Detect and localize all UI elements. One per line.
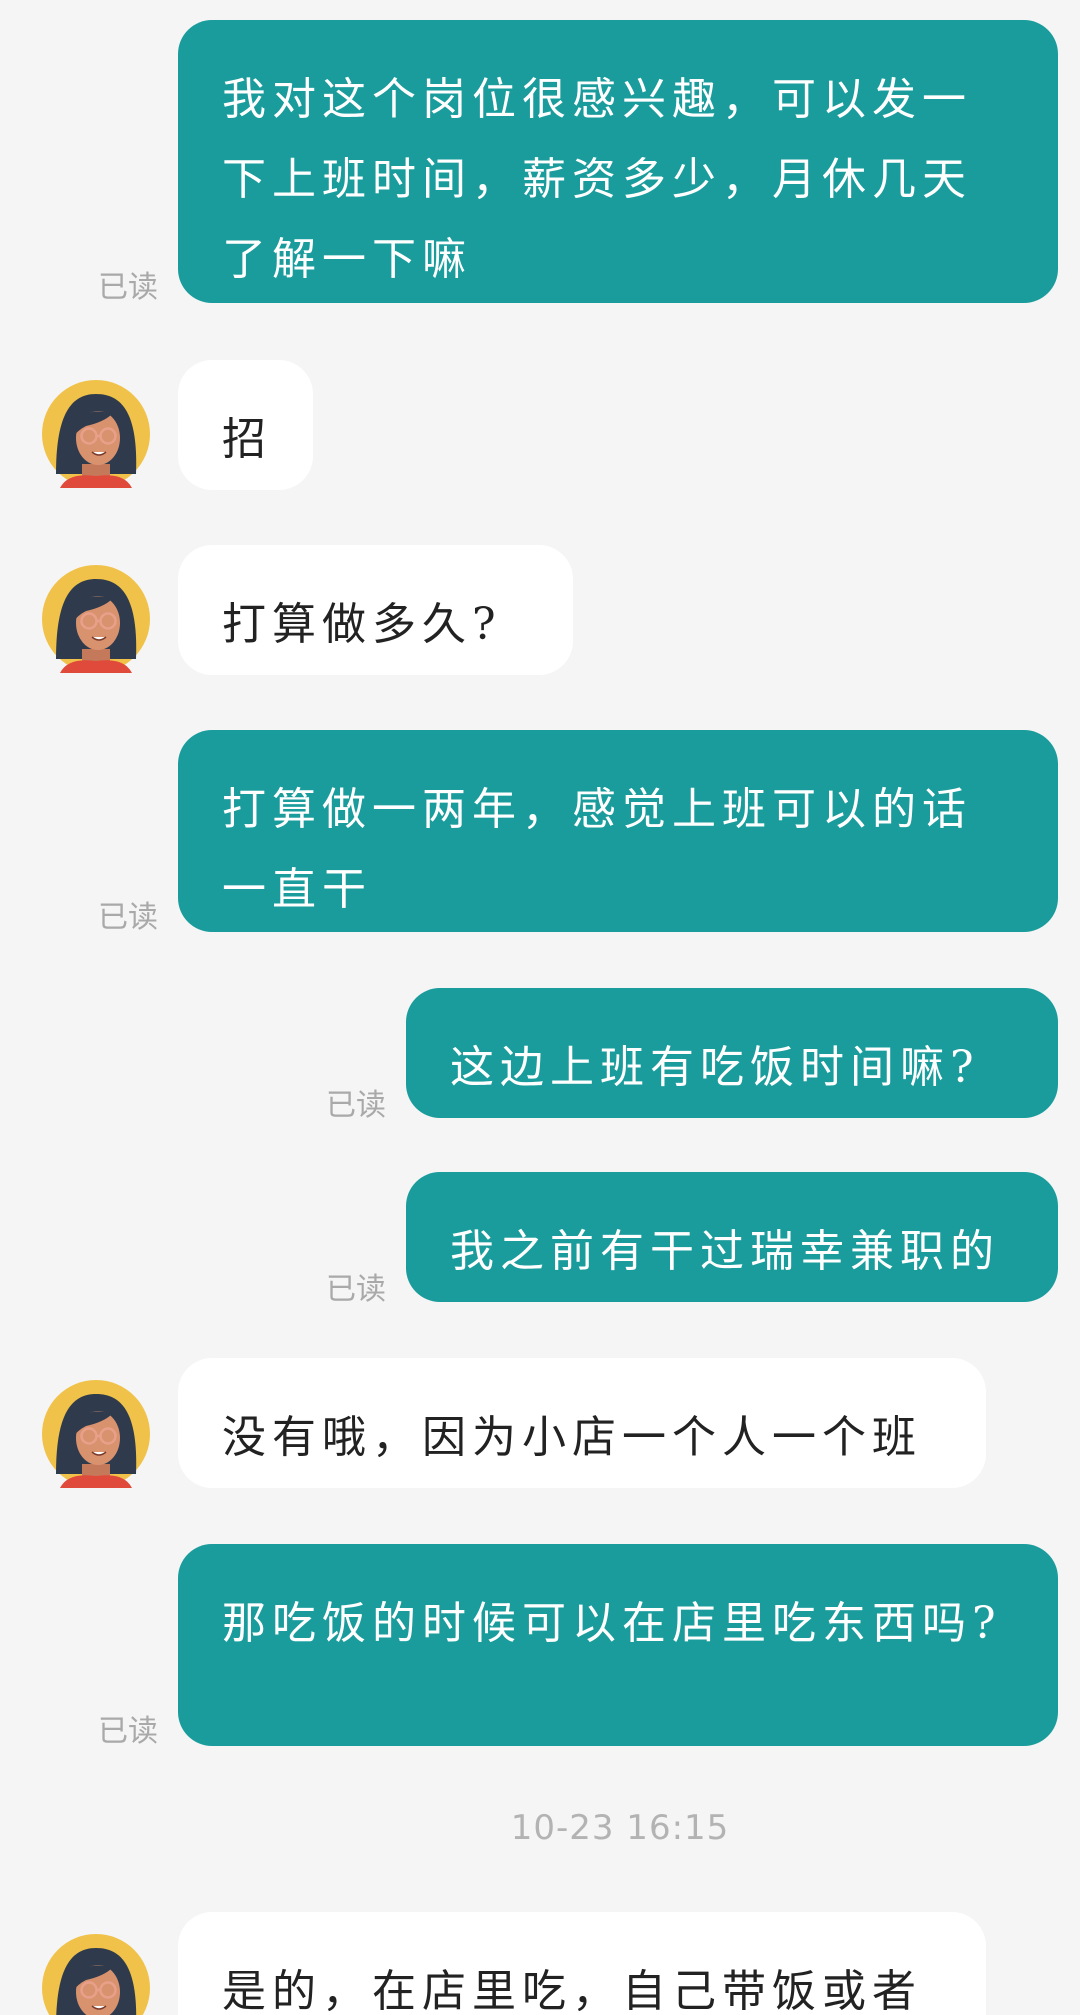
received-message[interactable]: 是的，在店里吃，自己带饭或者 — [178, 1912, 986, 2015]
sent-message[interactable]: 打算做一两年，感觉上班可以的话一直干 — [178, 730, 1058, 932]
received-message[interactable]: 打算做多久? — [178, 545, 573, 675]
read-receipt: 已读 — [98, 270, 158, 305]
sent-message[interactable]: 我对这个岗位很感兴趣，可以发一下上班时间，薪资多少，月休几天了解一下嘛 — [178, 20, 1058, 303]
received-message[interactable]: 招 — [178, 360, 313, 490]
timestamp: 10-23 16:15 — [510, 1808, 730, 1848]
read-receipt: 已读 — [98, 1714, 158, 1749]
chat-list: 已读 我对这个岗位很感兴趣，可以发一下上班时间，薪资多少，月休几天了解一下嘛 招 — [0, 0, 1080, 2015]
contact-avatar[interactable] — [42, 380, 150, 488]
read-receipt: 已读 — [98, 900, 158, 935]
sent-message[interactable]: 我之前有干过瑞幸兼职的 — [406, 1172, 1058, 1302]
read-receipt: 已读 — [326, 1272, 386, 1307]
read-receipt: 已读 — [326, 1088, 386, 1123]
received-message[interactable]: 没有哦，因为小店一个人一个班 — [178, 1358, 986, 1488]
contact-avatar[interactable] — [42, 565, 150, 673]
sent-message[interactable]: 那吃饭的时候可以在店里吃东西吗? — [178, 1544, 1058, 1746]
sent-message[interactable]: 这边上班有吃饭时间嘛? — [406, 988, 1058, 1118]
contact-avatar[interactable] — [42, 1934, 150, 2015]
contact-avatar[interactable] — [42, 1380, 150, 1488]
